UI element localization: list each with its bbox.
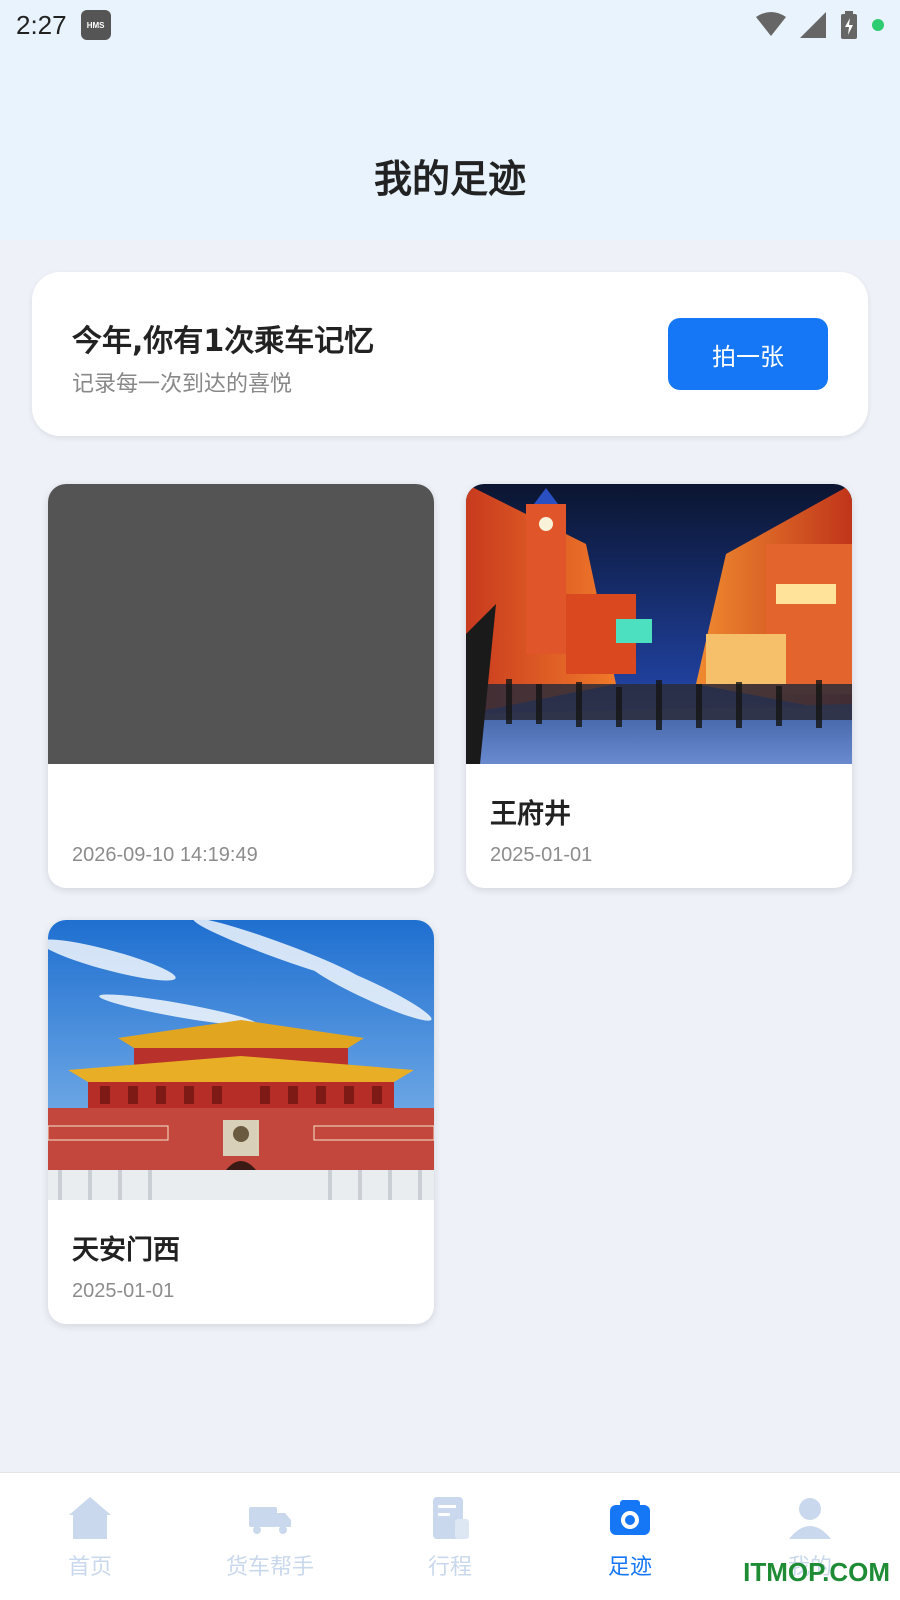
tab-label: 行程	[427, 1555, 472, 1580]
footprint-card[interactable]: 王府井 2025-01-01	[466, 484, 852, 888]
summary-card: 今年,你有1次乘车记忆 记录每一次到达的喜悦 拍一张	[32, 272, 868, 436]
signal-icon	[800, 12, 826, 38]
tab-label: 首页	[67, 1555, 112, 1580]
hms-icon: HMS	[80, 10, 111, 40]
summary-subtitle: 记录每一次到达的喜悦	[72, 372, 293, 397]
watermark: ITMOP.COM	[743, 1557, 890, 1587]
wangfujing-street-image	[466, 484, 852, 764]
status-right	[756, 11, 884, 39]
status-time: 2:27	[16, 9, 67, 40]
tab-truck-helper[interactable]: 货车帮手	[180, 1473, 360, 1600]
footprint-date: 2025-01-01	[490, 844, 593, 866]
notification-dot	[872, 19, 884, 31]
footprint-date: 2026-09-10 14:19:49	[72, 844, 258, 866]
page-title: 我的足迹	[373, 157, 526, 201]
footprint-name: 王府井	[490, 799, 571, 830]
truck-icon	[249, 1507, 291, 1534]
footprint-card[interactable]: 天安门西 2025-01-01	[48, 920, 434, 1324]
take-photo-button[interactable]: 拍一张	[668, 318, 828, 390]
home-icon	[69, 1497, 111, 1539]
footprint-card[interactable]: 2026-09-10 14:19:49	[48, 484, 434, 888]
wifi-icon	[756, 12, 786, 36]
footprint-image-placeholder	[48, 484, 434, 764]
camera-icon	[610, 1500, 650, 1535]
user-icon	[789, 1498, 831, 1539]
tab-home[interactable]: 首页	[0, 1473, 180, 1600]
tab-label: 足迹	[607, 1555, 652, 1580]
status-left: 2:27 HMS	[16, 10, 111, 41]
tiananmen-image	[48, 920, 434, 1200]
tab-label: 货车帮手	[225, 1555, 314, 1580]
tab-footprints[interactable]: 足迹	[540, 1473, 720, 1600]
tab-trip[interactable]: 行程	[360, 1473, 540, 1600]
battery-icon	[841, 11, 857, 39]
trip-icon	[433, 1497, 469, 1539]
footprint-name: 天安门西	[72, 1235, 180, 1266]
footprint-date: 2025-01-01	[72, 1280, 175, 1302]
status-bar: 2:27 HMS	[0, 0, 900, 50]
summary-headline: 今年,你有1次乘车记忆	[72, 324, 375, 359]
